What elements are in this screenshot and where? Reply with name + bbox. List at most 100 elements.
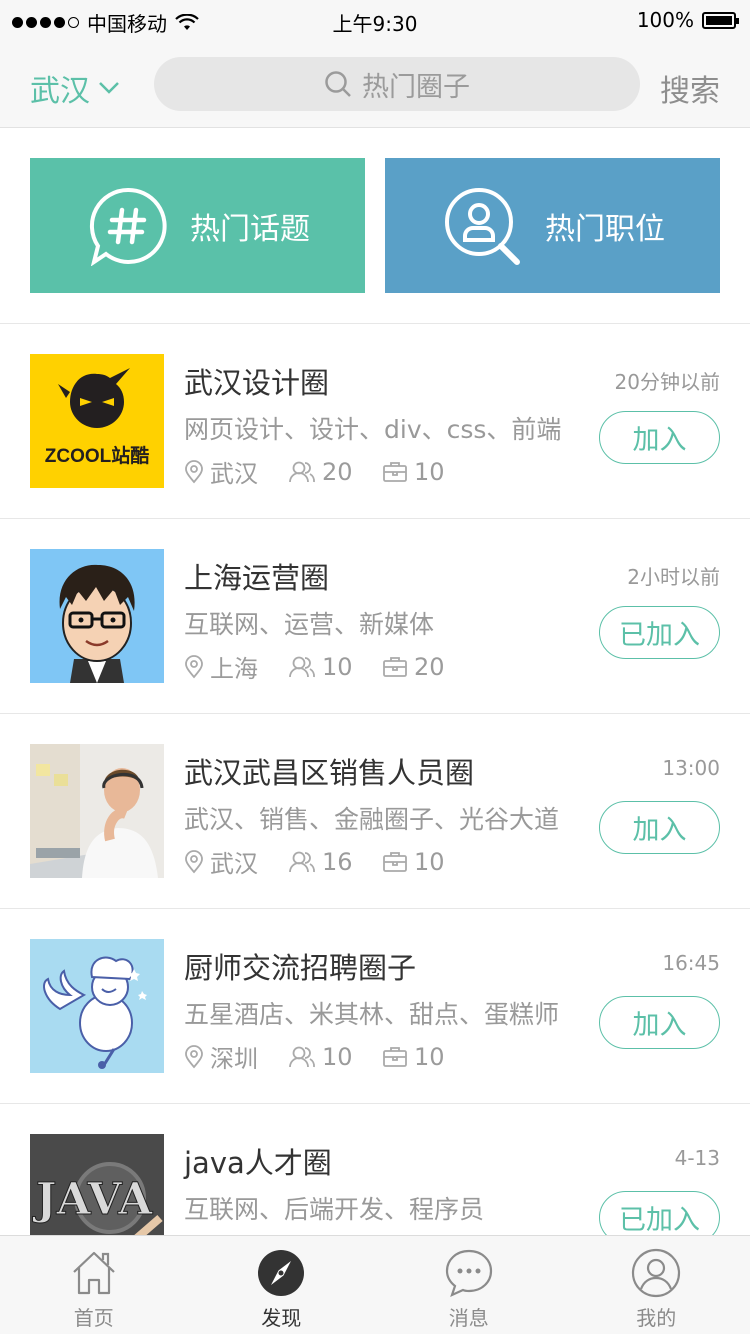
- briefcase-icon: [383, 1046, 407, 1067]
- sales-photo-thumbnail: [30, 744, 164, 878]
- list-item[interactable]: ZCOOL站酷 武汉设计圈 20分钟以前 网页设计、设计、div、css、前端 …: [0, 324, 750, 519]
- nav-bar: 武汉 热门圈子 搜索: [0, 40, 750, 128]
- briefcase-icon: [383, 851, 407, 872]
- tab-profile[interactable]: 我的: [563, 1236, 750, 1334]
- members: 10: [288, 653, 382, 681]
- circle-meta: 武汉 20 10: [184, 454, 445, 489]
- tab-home[interactable]: 首页: [0, 1236, 188, 1334]
- status-right: 100%: [636, 8, 739, 32]
- members-count: 20: [322, 457, 353, 486]
- jobs: 10: [382, 1043, 445, 1071]
- tab-home-label: 首页: [73, 1306, 114, 1330]
- jobs-count: 10: [414, 457, 445, 486]
- circle-title: 武汉武昌区销售人员圈: [184, 756, 475, 790]
- members: 10: [288, 1043, 382, 1071]
- circle-tags: 互联网、运营、新媒体: [184, 610, 435, 639]
- jobs-count: 10: [414, 1042, 445, 1071]
- hashtag-chat-icon: [89, 187, 167, 266]
- join-button[interactable]: 加入: [599, 411, 720, 464]
- circle-time: 13:00: [662, 756, 720, 780]
- city-label: 武汉: [30, 74, 90, 109]
- circle-tags: 互联网、后端开发、程序员: [184, 1195, 485, 1224]
- tab-profile-label: 我的: [636, 1306, 677, 1330]
- location-pin-icon: [185, 849, 203, 873]
- joined-button[interactable]: 已加入: [599, 606, 720, 659]
- jobs-count: 10: [414, 847, 445, 876]
- location-label: 武汉: [210, 850, 258, 878]
- members-icon: [289, 656, 315, 677]
- location-label: 深圳: [210, 1045, 258, 1073]
- location-pin-icon: [185, 654, 203, 678]
- join-button[interactable]: 加入: [599, 996, 720, 1049]
- members-count: 10: [322, 652, 353, 681]
- location: 武汉: [184, 844, 288, 879]
- location: 上海: [184, 649, 288, 684]
- banner-row: 热门话题 热门职位: [30, 158, 720, 293]
- circle-tags: 武汉、销售、金融圈子、光谷大道: [184, 805, 560, 834]
- members: 16: [288, 848, 382, 876]
- circle-tags: 五星酒店、米其林、甜点、蛋糕师: [184, 1000, 560, 1029]
- circle-time: 2小时以前: [627, 565, 720, 589]
- circle-time: 20分钟以前: [614, 370, 720, 394]
- location: 深圳: [184, 1039, 288, 1074]
- members-icon: [289, 461, 315, 482]
- zcool-logo-thumbnail: ZCOOL站酷: [30, 354, 164, 488]
- jobs: 10: [382, 458, 445, 486]
- search-input[interactable]: 热门圈子: [154, 57, 640, 111]
- jobs: 10: [382, 848, 445, 876]
- tab-bar: 首页 发现 消息 我的: [0, 1235, 750, 1334]
- svg-text:ZCOOL站酷: ZCOOL站酷: [45, 444, 150, 467]
- tab-discover-label: 发现: [261, 1306, 302, 1330]
- profile-icon: [632, 1248, 681, 1298]
- circle-meta: 深圳 10 10: [184, 1039, 445, 1074]
- circle-tags: 网页设计、设计、div、css、前端: [184, 415, 562, 444]
- jobs-count: 20: [414, 652, 445, 681]
- list-item[interactable]: 上海运营圈 2小时以前 互联网、运营、新媒体 上海 10 20 已加入: [0, 519, 750, 714]
- hot-topics-banner[interactable]: 热门话题: [30, 158, 365, 293]
- list-item[interactable]: 厨师交流招聘圈子 16:45 五星酒店、米其林、甜点、蛋糕师 深圳 10 10 …: [0, 909, 750, 1104]
- circle-title: java人才圈: [184, 1146, 332, 1180]
- compass-icon: [258, 1250, 305, 1296]
- circle-time: 4-13: [674, 1146, 720, 1170]
- home-icon: [72, 1251, 115, 1295]
- briefcase-icon: [383, 461, 407, 482]
- svg-text:JAVA: JAVA: [32, 1174, 153, 1225]
- hot-jobs-label: 热门职位: [545, 211, 665, 247]
- jobs: 20: [382, 653, 445, 681]
- members-count: 16: [322, 847, 353, 876]
- members: 20: [288, 458, 382, 486]
- members-icon: [289, 851, 315, 872]
- chevron-down-icon: [99, 82, 119, 94]
- members-count: 10: [322, 1042, 353, 1071]
- list-item[interactable]: 武汉武昌区销售人员圈 13:00 武汉、销售、金融圈子、光谷大道 武汉 16 1…: [0, 714, 750, 909]
- chat-icon: [445, 1249, 492, 1298]
- location-pin-icon: [185, 1044, 203, 1068]
- location-label: 上海: [210, 655, 258, 683]
- tab-messages[interactable]: 消息: [375, 1236, 563, 1334]
- circle-title: 武汉设计圈: [184, 366, 330, 400]
- search-placeholder: 热门圈子: [362, 71, 470, 103]
- members-icon: [289, 1046, 315, 1067]
- location-pin-icon: [185, 459, 203, 483]
- search-icon: [325, 71, 351, 97]
- tab-messages-label: 消息: [448, 1306, 489, 1330]
- city-selector[interactable]: 武汉: [30, 66, 120, 110]
- cartoon-avatar-thumbnail: [30, 549, 164, 683]
- join-button[interactable]: 加入: [599, 801, 720, 854]
- circle-time: 16:45: [662, 951, 720, 975]
- circle-list: ZCOOL站酷 武汉设计圈 20分钟以前 网页设计、设计、div、css、前端 …: [0, 324, 750, 1299]
- location-label: 武汉: [210, 460, 258, 488]
- search-button[interactable]: 搜索: [660, 66, 720, 110]
- status-bar: 中国移动 上午9:30 100%: [0, 0, 750, 40]
- person-search-icon: [445, 187, 520, 265]
- tab-discover[interactable]: 发现: [188, 1236, 376, 1334]
- circle-title: 厨师交流招聘圈子: [184, 951, 417, 985]
- circle-title: 上海运营圈: [184, 561, 330, 595]
- chef-cupid-thumbnail: [30, 939, 164, 1073]
- circle-meta: 上海 10 20: [184, 649, 445, 684]
- circle-meta: 武汉 16 10: [184, 844, 445, 879]
- hot-jobs-banner[interactable]: 热门职位: [385, 158, 720, 293]
- briefcase-icon: [383, 656, 407, 677]
- battery-percent: 100%: [636, 8, 694, 32]
- hot-topics-label: 热门话题: [190, 211, 310, 247]
